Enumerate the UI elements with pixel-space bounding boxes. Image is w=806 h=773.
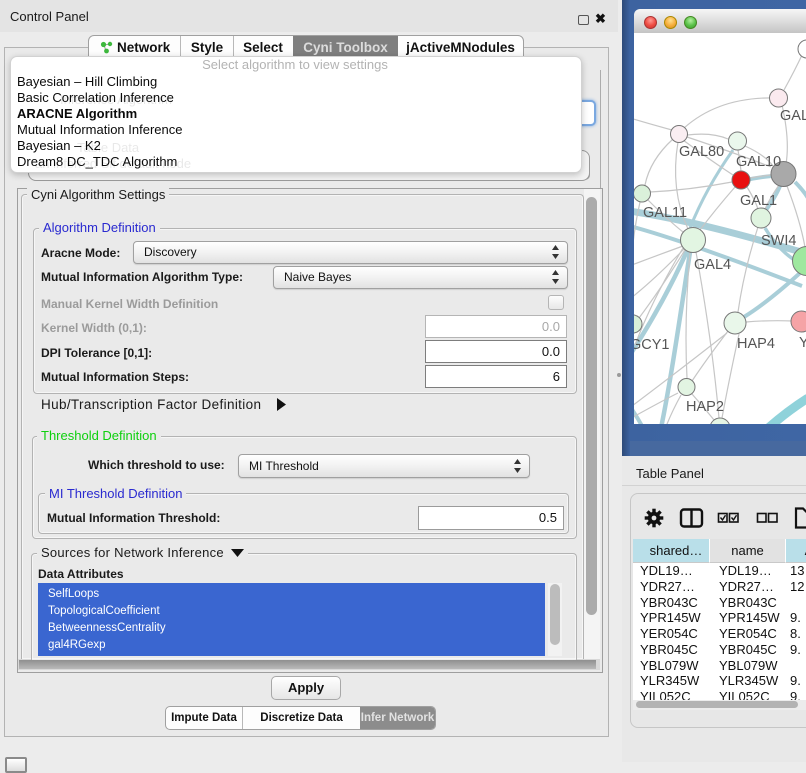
svg-text:YJ: YJ (799, 335, 806, 351)
svg-text:GAL4: GAL4 (694, 257, 731, 273)
svg-text:GCY1: GCY1 (634, 337, 670, 353)
svg-text:GAL2: GAL2 (780, 108, 806, 124)
svg-text:HAP4: HAP4 (737, 336, 775, 352)
svg-text:GAL80: GAL80 (679, 144, 724, 160)
svg-text:SWI4: SWI4 (761, 233, 796, 249)
svg-text:GAL11: GAL11 (643, 205, 687, 221)
svg-text:HAP2: HAP2 (686, 399, 724, 415)
svg-text:GAL10: GAL10 (736, 154, 781, 170)
svg-text:GAL1: GAL1 (740, 193, 777, 209)
